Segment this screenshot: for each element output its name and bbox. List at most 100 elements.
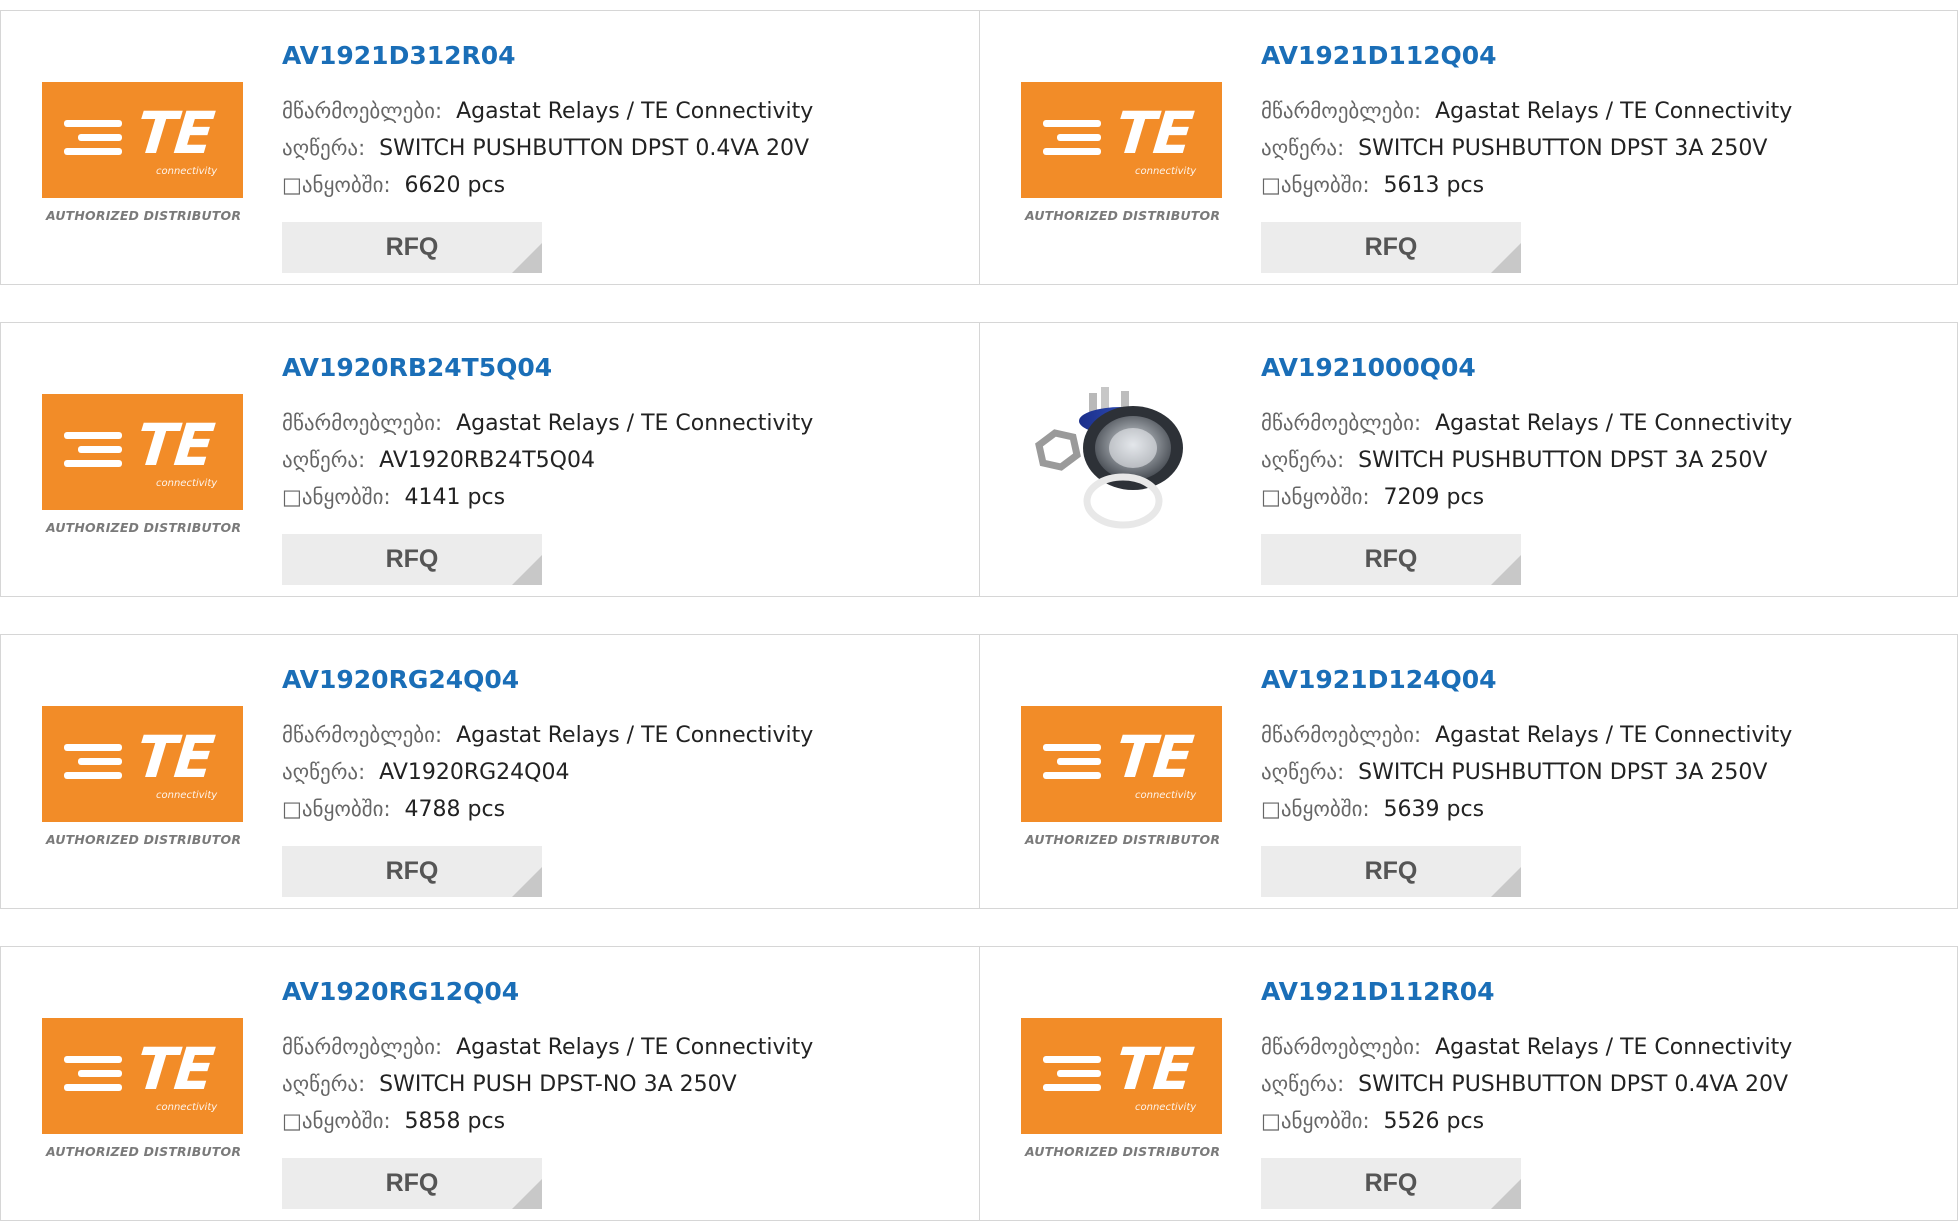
manufacturer-label[interactable]: მწარმოებლები:: [282, 723, 442, 747]
te-logo-subtext[interactable]: connectivity: [1135, 1102, 1196, 1113]
te-logo-bars[interactable]: [1043, 120, 1101, 162]
rfq-button[interactable]: RFQ: [282, 1158, 542, 1209]
description-row[interactable]: აღწერა: AV1920RB24T5Q04: [282, 448, 595, 473]
product-card[interactable]: TE connectivity AUTHORIZED DISTRIBUTOR AV19…: [0, 10, 980, 285]
te-logo-box[interactable]: TE connectivity: [1021, 706, 1222, 822]
description-label[interactable]: აღწერა:: [1261, 136, 1344, 160]
stock-row[interactable]: □ანყობში: 7209 pcs: [1261, 485, 1484, 510]
part-number-link[interactable]: AV1920RB24T5Q04: [282, 353, 552, 382]
te-logo-subtext[interactable]: connectivity: [156, 478, 217, 489]
description-value[interactable]: SWITCH PUSHBUTTON DPST 3A 250V: [1358, 136, 1767, 161]
description-value[interactable]: SWITCH PUSHBUTTON DPST 3A 250V: [1358, 448, 1767, 473]
te-logo[interactable]: TE connectivity AUTHORIZED DISTRIBUTOR: [42, 1018, 243, 1168]
description-label[interactable]: აღწერა:: [282, 448, 365, 472]
te-logo[interactable]: TE connectivity AUTHORIZED DISTRIBUTOR: [42, 706, 243, 856]
stock-row[interactable]: □ანყობში: 5858 pcs: [282, 1109, 505, 1134]
stock-value[interactable]: 4141 pcs: [405, 485, 506, 510]
te-logo-bars[interactable]: [64, 744, 122, 786]
te-logo-text[interactable]: TE: [133, 411, 215, 479]
manufacturer-row[interactable]: მწარმოებლები: Agastat Relays / TE Connect…: [1261, 411, 1792, 436]
stock-label[interactable]: □ანყობში:: [1261, 485, 1370, 509]
manufacturer-label[interactable]: მწარმოებლები:: [1261, 411, 1421, 435]
stock-value[interactable]: 7209 pcs: [1384, 485, 1485, 510]
description-row[interactable]: აღწერა: SWITCH PUSH DPST-NO 3A 250V: [282, 1072, 737, 1097]
description-value[interactable]: AV1920RB24T5Q04: [379, 448, 595, 473]
rfq-button[interactable]: RFQ: [282, 534, 542, 585]
rfq-corner-decoration[interactable]: [512, 555, 542, 585]
part-number-link[interactable]: AV1921D112R04: [1261, 977, 1495, 1006]
rfq-button[interactable]: RFQ: [282, 846, 542, 897]
manufacturer-row[interactable]: მწარმოებლები: Agastat Relays / TE Connect…: [282, 411, 813, 436]
authorized-distributor-text[interactable]: AUTHORIZED DISTRIBUTOR: [46, 520, 246, 535]
te-logo-text[interactable]: TE: [133, 1035, 215, 1103]
rfq-corner-decoration[interactable]: [512, 243, 542, 273]
stock-label[interactable]: □ანყობში:: [282, 797, 391, 821]
rfq-button[interactable]: RFQ: [1261, 846, 1521, 897]
description-label[interactable]: აღწერა:: [1261, 760, 1344, 784]
te-logo-text[interactable]: TE: [1112, 1035, 1194, 1103]
te-logo-box[interactable]: TE connectivity: [1021, 82, 1222, 198]
te-logo-subtext[interactable]: connectivity: [156, 1102, 217, 1113]
authorized-distributor-text[interactable]: AUTHORIZED DISTRIBUTOR: [1025, 832, 1225, 847]
description-value[interactable]: SWITCH PUSH DPST-NO 3A 250V: [379, 1072, 737, 1097]
description-label[interactable]: აღწერა:: [282, 136, 365, 160]
rfq-button-label[interactable]: RFQ: [1261, 534, 1521, 585]
rfq-button[interactable]: RFQ: [1261, 1158, 1521, 1209]
stock-row[interactable]: □ანყობში: 6620 pcs: [282, 173, 505, 198]
te-logo[interactable]: TE connectivity AUTHORIZED DISTRIBUTOR: [42, 82, 243, 232]
rfq-corner-decoration[interactable]: [1491, 555, 1521, 585]
stock-value[interactable]: 6620 pcs: [405, 173, 506, 198]
description-row[interactable]: აღწერა: SWITCH PUSHBUTTON DPST 0.4VA 20V: [282, 136, 809, 161]
stock-row[interactable]: □ანყობში: 4788 pcs: [282, 797, 505, 822]
stock-value[interactable]: 5613 pcs: [1384, 173, 1485, 198]
rfq-corner-decoration[interactable]: [512, 1179, 542, 1209]
rfq-corner-decoration[interactable]: [1491, 867, 1521, 897]
te-logo-subtext[interactable]: connectivity: [156, 790, 217, 801]
te-logo-subtext[interactable]: connectivity: [156, 166, 217, 177]
rfq-corner-decoration[interactable]: [512, 867, 542, 897]
manufacturer-row[interactable]: მწარმოებლები: Agastat Relays / TE Connect…: [282, 1035, 813, 1060]
te-logo-box[interactable]: TE connectivity: [42, 706, 243, 822]
part-number-link[interactable]: AV1921D112Q04: [1261, 41, 1497, 70]
rfq-button-label[interactable]: RFQ: [1261, 1158, 1521, 1209]
stock-value[interactable]: 5858 pcs: [405, 1109, 506, 1134]
product-card[interactable]: TE connectivity AUTHORIZED DISTRIBUTOR AV19…: [979, 634, 1958, 909]
te-logo-box[interactable]: TE connectivity: [42, 394, 243, 510]
description-label[interactable]: აღწერა:: [282, 1072, 365, 1096]
stock-row[interactable]: □ანყობში: 4141 pcs: [282, 485, 505, 510]
stock-label[interactable]: □ანყობში:: [1261, 797, 1370, 821]
te-logo-box[interactable]: TE connectivity: [42, 82, 243, 198]
part-number-link[interactable]: AV1921D124Q04: [1261, 665, 1497, 694]
product-card[interactable]: TE connectivity AUTHORIZED DISTRIBUTOR AV19…: [0, 322, 980, 597]
rfq-button[interactable]: RFQ: [1261, 222, 1521, 273]
te-logo-bars[interactable]: [1043, 1056, 1101, 1098]
description-row[interactable]: აღწერა: SWITCH PUSHBUTTON DPST 3A 250V: [1261, 136, 1767, 161]
te-logo[interactable]: TE connectivity AUTHORIZED DISTRIBUTOR: [1021, 706, 1222, 856]
product-card[interactable]: TE connectivity AUTHORIZED DISTRIBUTOR AV19…: [0, 634, 980, 909]
stock-label[interactable]: □ანყობში:: [1261, 1109, 1370, 1133]
stock-label[interactable]: □ანყობში:: [1261, 173, 1370, 197]
description-row[interactable]: აღწერა: AV1920RG24Q04: [282, 760, 570, 785]
te-logo-box[interactable]: TE connectivity: [1021, 1018, 1222, 1134]
rfq-button[interactable]: RFQ: [282, 222, 542, 273]
rfq-corner-decoration[interactable]: [1491, 243, 1521, 273]
manufacturer-label[interactable]: მწარმოებლები:: [282, 99, 442, 123]
te-logo-bars[interactable]: [1043, 744, 1101, 786]
rfq-button-label[interactable]: RFQ: [282, 534, 542, 585]
authorized-distributor-text[interactable]: AUTHORIZED DISTRIBUTOR: [46, 1144, 246, 1159]
description-label[interactable]: აღწერა:: [282, 760, 365, 784]
te-logo-subtext[interactable]: connectivity: [1135, 790, 1196, 801]
description-value[interactable]: SWITCH PUSHBUTTON DPST 0.4VA 20V: [379, 136, 809, 161]
authorized-distributor-text[interactable]: AUTHORIZED DISTRIBUTOR: [46, 832, 246, 847]
manufacturer-row[interactable]: მწარმოებლები: Agastat Relays / TE Connect…: [1261, 1035, 1792, 1060]
te-logo[interactable]: TE connectivity AUTHORIZED DISTRIBUTOR: [1021, 1018, 1222, 1168]
description-value[interactable]: SWITCH PUSHBUTTON DPST 3A 250V: [1358, 760, 1767, 785]
stock-value[interactable]: 5526 pcs: [1384, 1109, 1485, 1134]
manufacturer-value[interactable]: Agastat Relays / TE Connectivity: [1435, 723, 1792, 748]
manufacturer-value[interactable]: Agastat Relays / TE Connectivity: [1435, 99, 1792, 124]
manufacturer-value[interactable]: Agastat Relays / TE Connectivity: [456, 411, 813, 436]
te-logo-bars[interactable]: [64, 1056, 122, 1098]
manufacturer-label[interactable]: მწარმოებლები:: [1261, 99, 1421, 123]
manufacturer-row[interactable]: მწარმოებლები: Agastat Relays / TE Connect…: [282, 99, 813, 124]
te-logo-bars[interactable]: [64, 120, 122, 162]
